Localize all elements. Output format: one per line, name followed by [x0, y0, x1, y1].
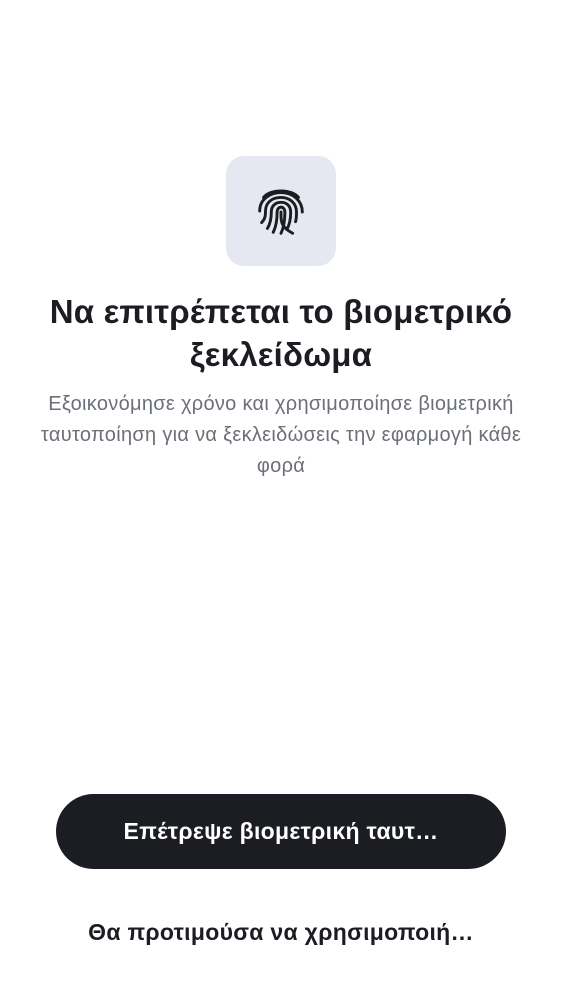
allow-biometric-button[interactable]: Επέτρεψε βιομετρική ταυτ… [56, 794, 506, 869]
page-subtitle: Εξοικονόμησε χρόνο και χρησιμοποίησε βιο… [40, 393, 522, 477]
fingerprint-icon-tile [226, 156, 336, 266]
fingerprint-icon [258, 189, 304, 235]
use-alternative-link[interactable]: Θα προτιμούσα να χρησιμοποιή… [56, 910, 506, 954]
use-alternative-link-label: Θα προτιμούσα να χρησιμοποιή… [88, 918, 474, 945]
allow-biometric-button-label: Επέτρεψε βιομετρική ταυτ… [123, 818, 439, 844]
page-title: Να επιτρέπεται το βιομετρικό ξεκλείδωμα [49, 293, 513, 373]
